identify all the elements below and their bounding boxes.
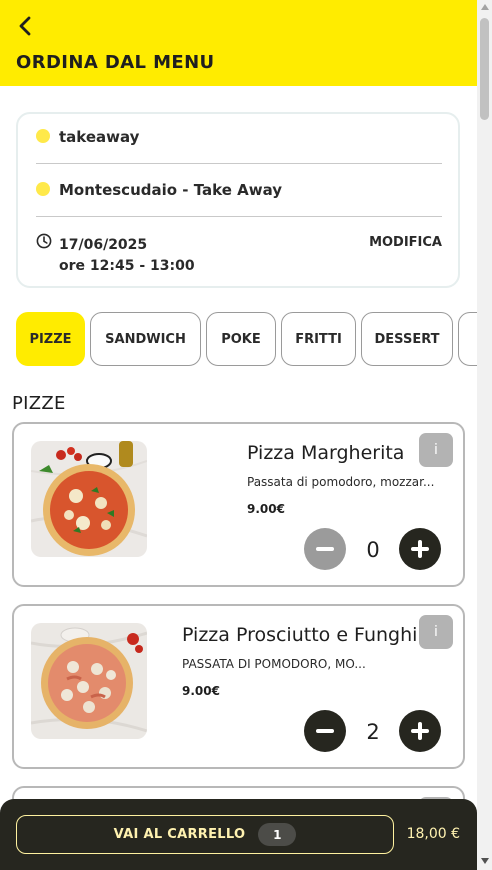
product-description: Passata di pomodoro, mozzar... bbox=[247, 475, 435, 489]
order-mode-text: takeaway bbox=[59, 128, 140, 146]
order-location-text: Montescudaio - Take Away bbox=[59, 181, 283, 199]
product-price: 9.00€ bbox=[247, 502, 285, 516]
increase-quantity-button[interactable] bbox=[399, 710, 441, 752]
product-info-button[interactable]: i bbox=[419, 615, 453, 649]
product-price: 9.00€ bbox=[182, 684, 220, 698]
scroll-thumb[interactable] bbox=[480, 18, 489, 120]
tab-sandwich[interactable]: SANDWICH bbox=[90, 312, 201, 366]
scroll-up-arrow-icon[interactable] bbox=[481, 4, 489, 10]
tab-pizze[interactable]: PIZZE bbox=[16, 312, 85, 366]
minus-icon bbox=[316, 547, 334, 551]
page-scrollbar[interactable] bbox=[477, 0, 492, 870]
yellow-dot-icon bbox=[36, 129, 50, 143]
section-title: PIZZE bbox=[12, 393, 66, 414]
go-to-cart-button[interactable]: VAI AL CARRELLO 1 bbox=[16, 815, 394, 854]
product-card[interactable]: Pizza Margherita i Passata di pomodoro, … bbox=[12, 422, 465, 587]
pickup-time: ore 12:45 - 13:00 bbox=[59, 258, 195, 274]
plus-icon bbox=[411, 722, 429, 740]
plus-icon bbox=[411, 540, 429, 558]
category-tabs: PIZZE SANDWICH POKE FRITTI DESSERT S bbox=[16, 312, 477, 366]
pickup-datetime: 17/06/2025 ore 12:45 - 13:00 bbox=[59, 235, 195, 277]
tab-fritti[interactable]: FRITTI bbox=[281, 312, 356, 366]
scroll-down-arrow-icon[interactable] bbox=[481, 858, 489, 864]
tab-partial[interactable]: S bbox=[458, 312, 477, 366]
yellow-dot-icon bbox=[36, 182, 50, 196]
product-name: Pizza Prosciutto e Funghi bbox=[182, 624, 418, 646]
cart-button-label: VAI AL CARRELLO bbox=[113, 827, 246, 842]
order-mode-row: takeaway bbox=[36, 128, 139, 146]
product-description: PASSATA DI POMODORO, MO... bbox=[182, 657, 366, 671]
order-location-row: Montescudaio - Take Away bbox=[36, 181, 282, 199]
decrease-quantity-button[interactable] bbox=[304, 528, 346, 570]
modify-order-button[interactable]: MODIFICA bbox=[369, 235, 442, 250]
clock-icon bbox=[36, 233, 52, 249]
quantity-value: 2 bbox=[366, 720, 380, 744]
quantity-value: 0 bbox=[366, 538, 380, 562]
cart-total: 18,00 € bbox=[406, 826, 460, 842]
product-card[interactable]: Pizza Prosciutto e Funghi i PASSATA DI P… bbox=[12, 604, 465, 769]
cart-count-badge: 1 bbox=[258, 823, 297, 846]
product-info-button[interactable]: i bbox=[419, 433, 453, 467]
pizza-prosciutto-funghi-image bbox=[31, 623, 147, 739]
tab-poke[interactable]: POKE bbox=[206, 312, 276, 366]
divider bbox=[36, 216, 442, 217]
decrease-quantity-button[interactable] bbox=[304, 710, 346, 752]
increase-quantity-button[interactable] bbox=[399, 528, 441, 570]
minus-icon bbox=[316, 729, 334, 733]
back-arrow-icon[interactable] bbox=[14, 14, 38, 38]
page-title: ORDINA DAL MENU bbox=[16, 52, 215, 73]
cart-bar: VAI AL CARRELLO 1 18,00 € bbox=[0, 799, 477, 870]
tab-dessert[interactable]: DESSERT bbox=[361, 312, 453, 366]
divider bbox=[36, 163, 442, 164]
pizza-margherita-image bbox=[31, 441, 147, 557]
product-name: Pizza Margherita bbox=[247, 442, 405, 464]
app-header: ORDINA DAL MENU bbox=[0, 0, 477, 86]
order-info-card: takeaway Montescudaio - Take Away 17/06/… bbox=[16, 112, 460, 288]
pickup-date: 17/06/2025 bbox=[59, 237, 148, 253]
